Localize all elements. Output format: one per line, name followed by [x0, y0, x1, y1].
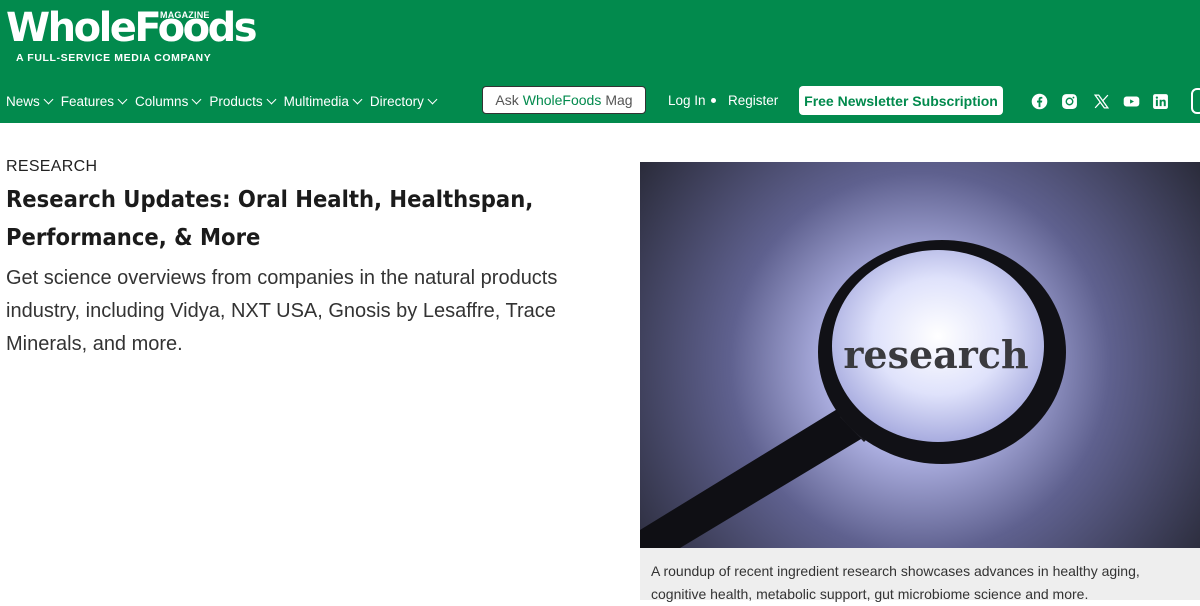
chevron-down-icon — [266, 94, 277, 105]
login-link[interactable]: Log In — [668, 93, 716, 108]
logo-tagline: A FULL-SERVICE MEDIA COMPANY — [16, 52, 212, 64]
ask-brand: WholeFoods — [522, 92, 602, 108]
article-summary: Get science overviews from companies in … — [6, 267, 558, 355]
ask-prefix: Ask — [495, 92, 519, 108]
nav-item-features[interactable]: Features — [60, 94, 128, 109]
main-nav: News Features Columns Products Multimedi… — [6, 94, 445, 109]
handle-shape — [640, 400, 876, 548]
dot-icon — [710, 98, 716, 103]
nav-item-products[interactable]: Products — [209, 94, 277, 109]
login-label: Log In — [668, 93, 706, 108]
linkedin-icon[interactable] — [1151, 92, 1169, 110]
hero-image: research — [640, 162, 1200, 548]
hero-caption-box: A roundup of recent ingredient research … — [640, 548, 1200, 602]
youtube-icon[interactable] — [1122, 92, 1140, 110]
article-category[interactable]: RESEARCH — [6, 158, 97, 176]
magnifying-glass-illustration: research — [640, 240, 1066, 548]
instagram-icon[interactable] — [1060, 92, 1078, 110]
nav-item-label: Columns — [135, 94, 189, 109]
site-logo[interactable]: WholeFoods MAGAZINE A FULL-SERVICE MEDIA… — [6, 5, 258, 64]
newsletter-subscribe-button[interactable]: Free Newsletter Subscription — [799, 86, 1003, 115]
nav-item-columns[interactable]: Columns — [135, 94, 202, 109]
chevron-down-icon — [191, 94, 202, 105]
lens-text: research — [843, 332, 1028, 377]
header-edge-button[interactable] — [1191, 88, 1200, 114]
x-icon[interactable] — [1092, 92, 1110, 110]
chevron-down-icon — [352, 94, 363, 105]
site-header: WholeFoods MAGAZINE A FULL-SERVICE MEDIA… — [0, 0, 1200, 123]
logo-magazine-label: MAGAZINE — [160, 10, 210, 20]
nav-item-label: Features — [60, 94, 115, 109]
article-title[interactable]: Research Updates: Oral Health, Healthspa… — [6, 181, 558, 257]
facebook-icon[interactable] — [1030, 92, 1048, 110]
nav-item-directory[interactable]: Directory — [369, 94, 438, 109]
nav-item-label: Multimedia — [283, 94, 349, 109]
register-link[interactable]: Register — [728, 93, 778, 108]
nav-item-multimedia[interactable]: Multimedia — [283, 94, 363, 109]
nav-item-news[interactable]: News — [6, 94, 54, 109]
nav-item-label: News — [6, 94, 40, 109]
hero-caption: A roundup of recent ingredient research … — [651, 563, 1140, 602]
ask-suffix: Mag — [605, 92, 633, 108]
chevron-down-icon — [43, 94, 54, 105]
ask-wholefoods-button[interactable]: Ask WholeFoods Mag — [482, 86, 646, 114]
nav-item-label: Directory — [369, 94, 424, 109]
logo-wordmark: WholeFoods — [6, 5, 258, 51]
chevron-down-icon — [427, 94, 438, 105]
nav-item-label: Products — [209, 94, 263, 109]
chevron-down-icon — [117, 94, 128, 105]
